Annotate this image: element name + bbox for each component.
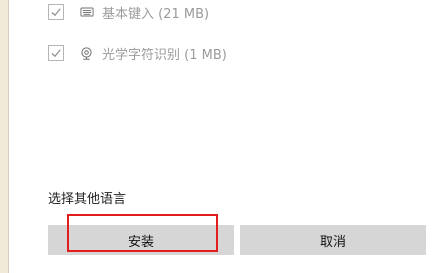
install-button[interactable]: 安装 [48, 225, 234, 255]
cancel-button[interactable]: 取消 [240, 225, 426, 255]
basic-typing-checkbox[interactable] [48, 4, 64, 20]
option-basic-typing[interactable]: 基本键入 (21 MB) [48, 1, 209, 23]
checkmark-icon [51, 49, 61, 58]
ocr-checkbox[interactable] [48, 45, 64, 61]
camera-icon [79, 46, 94, 61]
keyboard-icon [79, 5, 94, 20]
background-window-edge [0, 0, 9, 273]
basic-typing-label: 基本键入 (21 MB) [102, 6, 210, 22]
ocr-label: 光学字符识别 (1 MB) [102, 47, 227, 63]
checkmark-icon [51, 8, 61, 17]
choose-other-language-link[interactable]: 选择其他语言 [48, 188, 126, 207]
option-ocr[interactable]: 光学字符识别 (1 MB) [48, 42, 227, 64]
